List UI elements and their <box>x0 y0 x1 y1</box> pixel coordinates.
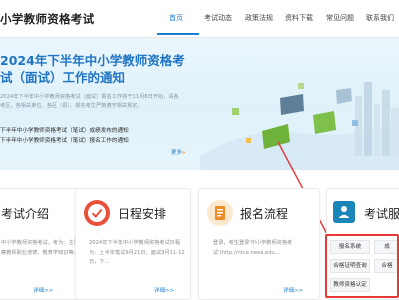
highlight-box <box>325 234 399 298</box>
nav-exam-news[interactable]: 考试动态 <box>204 13 232 23</box>
banner-summary: 2024年下半年中小学教师资格考试（面试）报名工作将于11月8日开始，请各考区、… <box>0 94 179 109</box>
card-exam-intro-more[interactable]: 详细>> <box>33 286 53 294</box>
banner-news-link-1[interactable]: 下半年中小学教师资格考试（笔试）成绩发布的通知 <box>0 126 129 134</box>
banner: 2024年下半年中小学教师资格考试（面试）工作的通知 2024年下半年中小学教师… <box>0 38 399 170</box>
card-registration-text: 登录，考生登录'中小学教师资格考试'(http://ntce.neea.edu.… <box>213 240 293 256</box>
card-registration-more[interactable]: 详细>> <box>283 286 303 294</box>
card-registration[interactable]: 报名流程 登录，考生登录'中小学教师资格考试'(http://ntce.neea… <box>198 188 320 300</box>
nav-active-indicator <box>157 33 199 35</box>
site-title[interactable]: 小学教师资格考试 <box>0 11 94 27</box>
card-registration-title: 报名流程 <box>240 207 289 221</box>
card-exam-intro-text: 中小学教师资格考试，考为：主要考察教师职业道德、教育学知识等。 <box>1 240 85 256</box>
card-schedule-text: 2024年下半年中小学教师资格考试日程为：上半年笔试9月21日，面试9月11-1… <box>89 240 185 265</box>
banner-headline[interactable]: 2024年下半年中小学教师资格考试（面试）工作的通知 <box>0 52 190 86</box>
checkmark-icon <box>84 200 110 226</box>
card-schedule[interactable]: 日程安排 2024年下半年中小学教师资格考试日程为：上半年笔试9月21日，面试9… <box>75 188 191 300</box>
nav-contact[interactable]: 联系我们 <box>366 13 394 23</box>
id-card-icon <box>333 201 355 223</box>
banner-news-link-2[interactable]: 下半年中小学教师资格考试（笔试）报名工作的通知 <box>0 136 129 144</box>
banner-more-link[interactable]: 更多» <box>171 148 186 156</box>
card-schedule-title: 日程安排 <box>118 207 167 221</box>
card-exam-services-title: 考试服务 <box>364 207 399 221</box>
nav-faq[interactable]: 常见问题 <box>326 13 354 23</box>
card-schedule-more[interactable]: 详细>> <box>154 286 174 294</box>
banner-more-label: 更多 <box>171 150 183 156</box>
nav-home[interactable]: 首页 <box>169 13 183 23</box>
nav-downloads[interactable]: 资料下载 <box>285 13 313 23</box>
card-exam-intro-title: 考试介绍 <box>1 207 50 221</box>
clipboard-icon <box>207 200 233 226</box>
header: 小学教师资格考试 首页 考试动态 政策法规 资料下载 常见问题 联系我们 <box>0 0 399 38</box>
nav-policy[interactable]: 政策法规 <box>245 13 273 23</box>
more-arrow-icon: » <box>182 150 186 156</box>
